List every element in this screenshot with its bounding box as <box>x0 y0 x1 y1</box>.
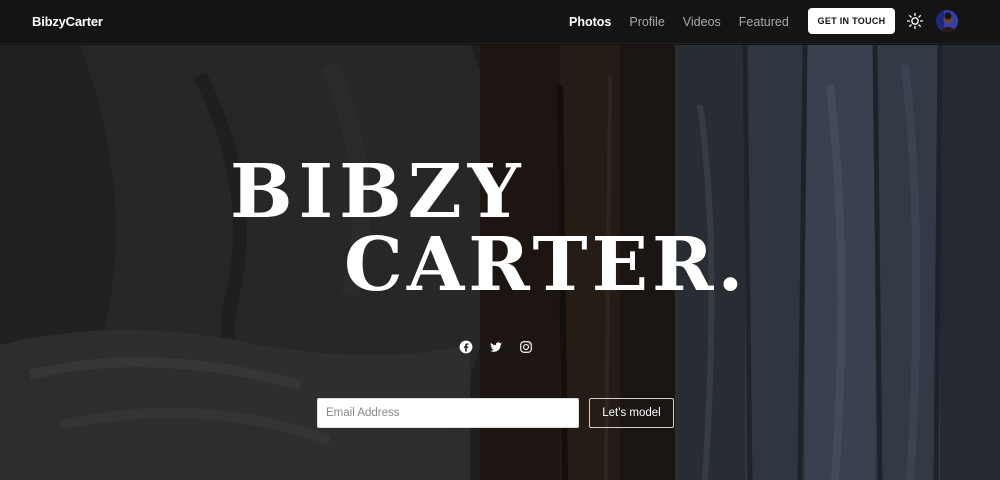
brand-logo[interactable]: BibzyCarter <box>32 14 103 29</box>
avatar-image <box>936 10 958 32</box>
nav-link-photos[interactable]: Photos <box>569 15 611 29</box>
top-navbar: BibzyCarter Photos Profile Videos Featur… <box>0 0 1000 44</box>
nav-link-profile[interactable]: Profile <box>629 15 664 29</box>
nav-link-featured[interactable]: Featured <box>739 15 789 29</box>
facebook-icon[interactable] <box>459 340 473 354</box>
avatar[interactable] <box>936 10 958 32</box>
get-in-touch-button[interactable]: GET IN TOUCH <box>808 8 895 34</box>
nav-link-videos[interactable]: Videos <box>683 15 721 29</box>
twitter-icon[interactable] <box>489 340 503 354</box>
hero-section: BIBZY CARTER. Let's model <box>0 45 1000 480</box>
primary-nav: Photos Profile Videos Featured <box>569 0 789 44</box>
email-field[interactable] <box>317 398 579 428</box>
lets-model-button[interactable]: Let's model <box>589 398 674 428</box>
social-links <box>459 340 533 354</box>
sun-icon[interactable] <box>906 12 924 30</box>
hero-title-last-name: CARTER. <box>344 222 748 308</box>
instagram-icon[interactable] <box>519 340 533 354</box>
hero-title-first-name: BIBZY <box>230 149 527 235</box>
